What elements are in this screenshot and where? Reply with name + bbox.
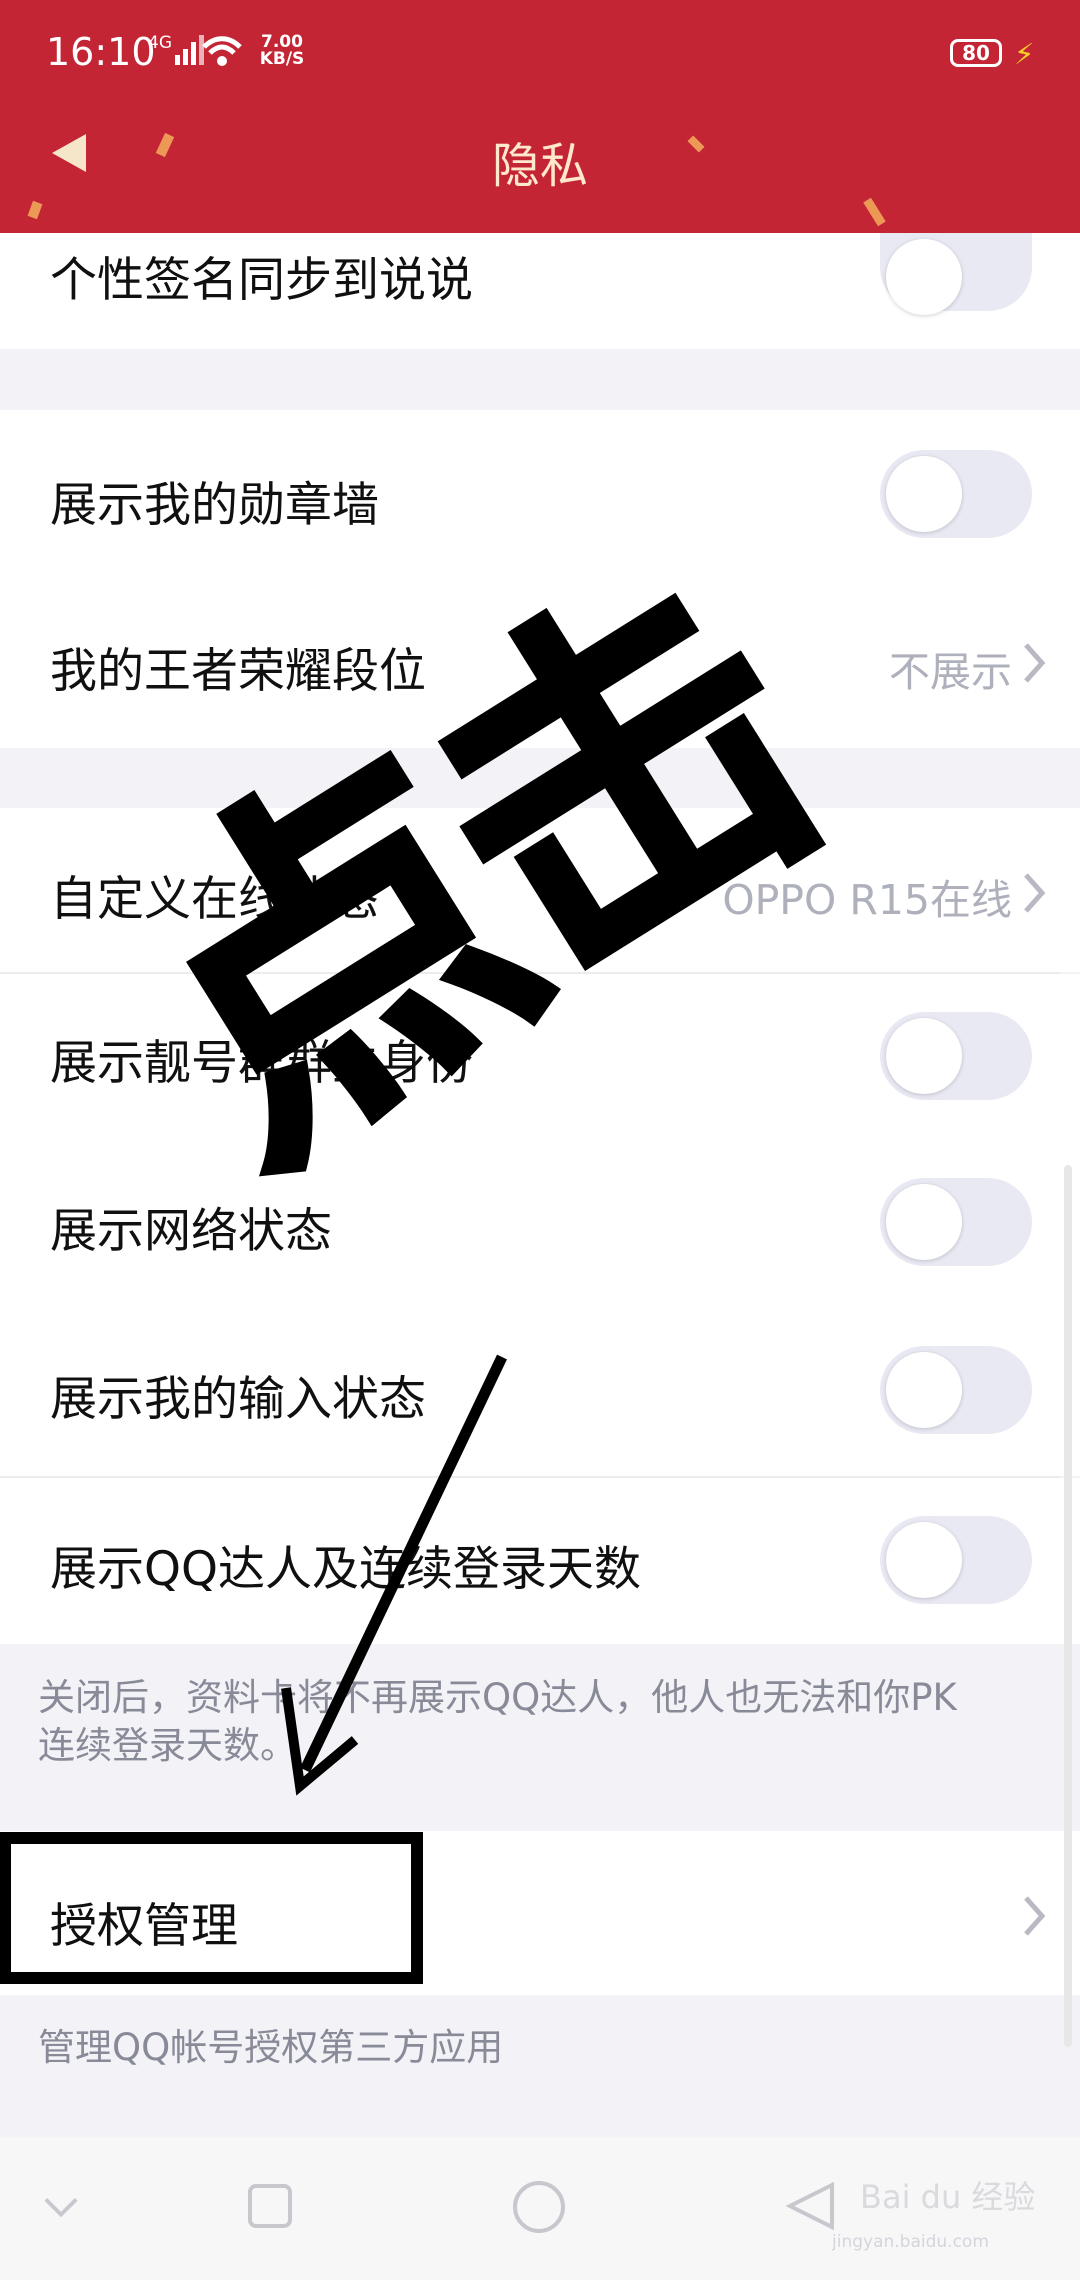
chevron-right-icon [1024, 873, 1046, 913]
signature-sync-row[interactable]: 个性签名同步到说说 [0, 233, 1080, 349]
nav-down-icon[interactable] [42, 2195, 80, 2219]
chevron-right-icon [1024, 643, 1046, 683]
auth-manage-label: 授权管理 [50, 1899, 238, 1954]
online-status-value: OPPO R15在线 [722, 876, 1012, 924]
confetti-decoration [27, 200, 43, 220]
confetti-decoration [863, 197, 886, 227]
network-status-row[interactable]: 展示网络状态 [0, 1142, 1080, 1308]
status-time: 16:10 [46, 30, 156, 74]
qq-expert-note: 关闭后，资料卡将不再展示QQ达人，他人也无法和你PK 连续登录天数。 [38, 1674, 957, 1770]
pretty-number-toggle[interactable] [880, 1012, 1032, 1100]
signature-sync-toggle[interactable] [880, 233, 1032, 315]
pretty-number-row[interactable]: 展示靓号群群主身份 [0, 974, 1080, 1142]
battery-icon: 80 [950, 39, 1002, 67]
input-status-label: 展示我的输入状态 [50, 1372, 426, 1427]
baidu-watermark: Bai du 经验 [860, 2178, 1036, 2216]
qq-expert-label: 展示QQ达人及连续登录天数 [50, 1542, 641, 1597]
scrollbar[interactable] [1064, 1165, 1072, 2047]
network-status-toggle[interactable] [880, 1178, 1032, 1266]
back-icon[interactable] [784, 2181, 836, 2231]
status-bar: 16:10 4G 7.00 KB/S 80 ⚡ [0, 0, 1080, 110]
medal-wall-toggle[interactable] [880, 450, 1032, 538]
charging-icon: ⚡ [1014, 37, 1035, 71]
qq-expert-note-line-1: 关闭后，资料卡将不再展示QQ达人，他人也无法和你PK [38, 1676, 957, 1719]
input-status-toggle[interactable] [880, 1346, 1032, 1434]
qq-expert-note-line-2: 连续登录天数。 [38, 1724, 297, 1767]
baidu-watermark-url: jingyan.baidu.com [832, 2232, 989, 2252]
home-icon[interactable] [511, 2179, 567, 2235]
online-status-row[interactable]: 自定义在线状态 OPPO R15在线 [0, 808, 1080, 972]
honor-rank-label: 我的王者荣耀段位 [50, 644, 426, 699]
qq-expert-row[interactable]: 展示QQ达人及连续登录天数 [0, 1478, 1080, 1644]
network-status-label: 展示网络状态 [50, 1204, 332, 1259]
chevron-right-icon [1024, 1896, 1046, 1936]
honor-rank-value: 不展示 [889, 648, 1012, 696]
network-speed: 7.00 KB/S [257, 34, 307, 68]
pretty-number-label: 展示靓号群群主身份 [50, 1036, 473, 1091]
recent-apps-icon[interactable] [247, 2183, 293, 2229]
auth-manage-note: 管理QQ帐号授权第三方应用 [38, 2026, 504, 2069]
speed-unit: KB/S [259, 49, 305, 69]
wifi-icon [202, 36, 242, 66]
medal-wall-label: 展示我的勋章墙 [50, 478, 379, 533]
auth-manage-row[interactable]: 授权管理 [0, 1831, 1080, 1995]
online-status-label: 自定义在线状态 [50, 872, 379, 927]
medal-wall-row[interactable]: 展示我的勋章墙 [0, 410, 1080, 578]
signature-sync-label: 个性签名同步到说说 [50, 253, 473, 308]
input-status-row[interactable]: 展示我的输入状态 [0, 1308, 1080, 1476]
header: 16:10 4G 7.00 KB/S 80 ⚡ 隐私 [0, 0, 1080, 233]
honor-rank-row[interactable]: 我的王者荣耀段位 不展示 [0, 578, 1080, 748]
qq-expert-toggle[interactable] [880, 1516, 1032, 1604]
battery-level: 80 [962, 41, 990, 65]
